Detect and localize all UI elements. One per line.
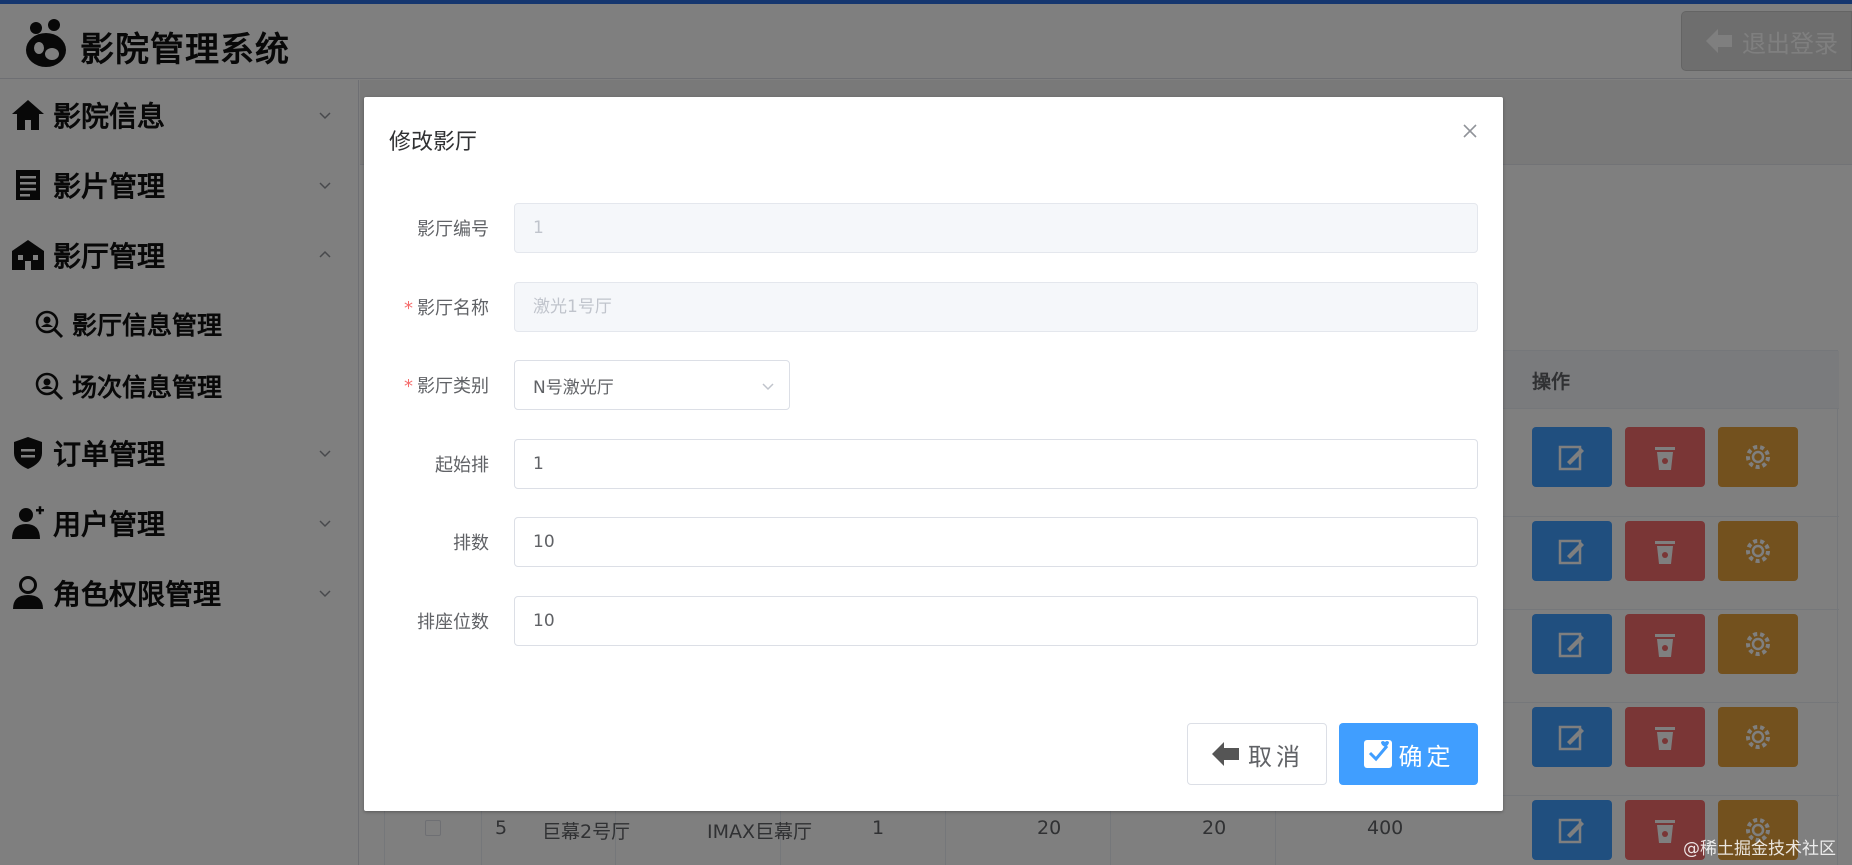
start-row-label: 起始排 (435, 455, 489, 476)
checkbox-heart-icon (1363, 740, 1392, 768)
seats-per-row-label: 排座位数 (417, 612, 489, 633)
chevron-down-icon (762, 383, 774, 391)
row-count-label: 排数 (453, 533, 489, 554)
cancel-label: 取消 (1248, 742, 1304, 771)
hall-name-label: * 影厅名称 (404, 298, 489, 319)
cancel-button[interactable]: 取消 (1187, 723, 1327, 785)
hall-name-input (514, 282, 1478, 332)
required-mark: * (404, 298, 413, 319)
start-row-input[interactable] (514, 439, 1478, 489)
watermark: @稀土掘金技术社区 (1683, 839, 1836, 859)
edit-hall-dialog: 修改影厅 影厅编号 *影厅名称 *影厅类别 N号激光厅 起始排 排数 排座位数 … (364, 97, 1503, 811)
confirm-label: 确定 (1398, 742, 1455, 771)
hall-type-select[interactable]: N号激光厅 (514, 360, 790, 410)
row-count-input[interactable] (514, 517, 1478, 567)
hall-type-selected-value: N号激光厅 (533, 377, 614, 398)
close-icon[interactable] (1460, 121, 1480, 141)
required-mark: * (404, 376, 413, 397)
hall-id-input (514, 203, 1478, 253)
hall-id-label: 影厅编号 (417, 219, 489, 240)
confirm-button[interactable]: 确定 (1339, 723, 1478, 785)
dialog-title: 修改影厅 (389, 130, 478, 155)
hall-type-label: * 影厅类别 (404, 376, 489, 397)
back-arrow-icon (1212, 742, 1239, 766)
seats-per-row-input[interactable] (514, 596, 1478, 646)
